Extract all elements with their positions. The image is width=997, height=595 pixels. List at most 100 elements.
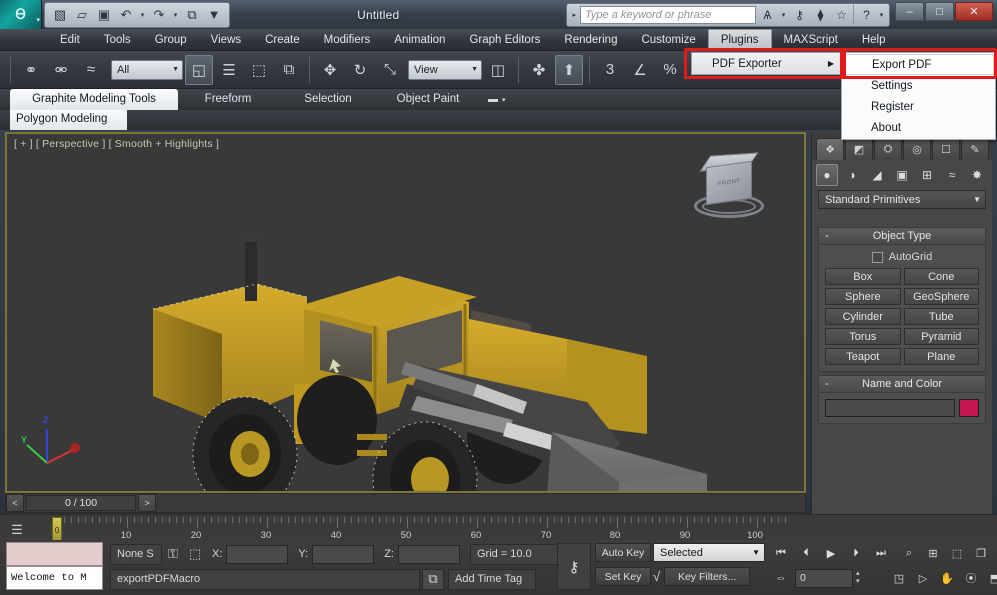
add-time-tag-button[interactable]: Add Time Tag — [448, 568, 536, 590]
spinner-down-icon[interactable]: ▾ — [856, 578, 860, 586]
angle-snap-icon[interactable]: ∠ — [626, 55, 654, 85]
redo-dropdown-icon[interactable]: ▾ — [171, 5, 180, 25]
motion-tab[interactable]: ◎ — [903, 138, 931, 160]
snaps-toggle-icon[interactable]: ⬆ — [555, 54, 583, 85]
menu-item-modifiers[interactable]: Modifiers — [312, 29, 383, 51]
key-icon[interactable]: ⚷ — [790, 5, 809, 24]
torus-button[interactable]: Torus — [825, 328, 901, 345]
key-mode-toggle[interactable]: ⚷ — [557, 543, 591, 590]
absolute-mode-transform-icon[interactable]: ⬚ — [184, 544, 206, 565]
menu-item-tools[interactable]: Tools — [92, 29, 143, 51]
snap-3d-icon[interactable]: 3 — [596, 55, 624, 85]
x-coord-input[interactable] — [226, 544, 289, 564]
key-mode-dropdown[interactable]: Selected ▼ — [653, 543, 765, 562]
name-and-color-collapse-icon[interactable]: - — [825, 378, 829, 390]
maxscript-listener-input[interactable] — [6, 542, 103, 566]
percent-snap-icon[interactable]: % — [656, 55, 684, 85]
field-of-view-button[interactable]: ▷ — [912, 568, 934, 588]
ribbon-overflow-caret-icon[interactable]: ▾ — [502, 96, 506, 104]
key-mode-nav-icon[interactable]: ⇔ — [770, 568, 792, 588]
maximize-button[interactable]: □ — [925, 2, 954, 21]
satellite-icon[interactable]: ⧫ — [811, 5, 830, 24]
menu-item-views[interactable]: Views — [199, 29, 253, 51]
teapot-button[interactable]: Teapot — [825, 348, 901, 365]
geosphere-button[interactable]: GeoSphere — [903, 288, 979, 305]
menu-item-create[interactable]: Create — [253, 29, 312, 51]
viewcube[interactable]: FRONT — [692, 152, 766, 224]
submenu-item-about[interactable]: About — [843, 117, 994, 138]
name-and-color-header[interactable]: - Name and Color — [819, 376, 985, 393]
selection-filter-dropdown[interactable]: All ▼ — [111, 59, 183, 80]
pyramid-button[interactable]: Pyramid — [903, 328, 979, 345]
wheel-loader-model[interactable] — [7, 134, 804, 491]
minimize-button[interactable]: – — [895, 2, 924, 21]
helpers-category[interactable]: ⊞ — [916, 164, 938, 186]
binoculars-dropdown-icon[interactable]: ▾ — [779, 5, 788, 24]
help-dropdown-icon[interactable]: ▾ — [877, 5, 886, 24]
modify-tab[interactable]: ◩ — [845, 138, 873, 160]
menu-item-edit[interactable]: Edit — [48, 29, 92, 51]
set-key-button[interactable]: Set Key — [595, 567, 651, 586]
box-button[interactable]: Box — [825, 268, 901, 285]
autogrid-checkbox[interactable] — [871, 251, 883, 263]
ribbon-overflow-icon[interactable]: ▬ — [488, 94, 498, 105]
cylinder-button[interactable]: Cylinder — [825, 308, 901, 325]
submenu-item-export-pdf[interactable]: Export PDF — [843, 54, 994, 75]
play-animation-button[interactable]: ▶ — [820, 543, 842, 563]
autogrid-row[interactable]: AutoGrid — [825, 251, 979, 263]
previous-frame-button[interactable]: ⏴ — [795, 543, 817, 563]
bind-space-warp-icon[interactable]: ≈ — [77, 55, 105, 85]
window-crossing-icon[interactable]: ⧉ — [275, 55, 303, 85]
submenu-item-register[interactable]: Register — [843, 96, 994, 117]
app-menu-caret-icon[interactable]: ▾ — [36, 16, 40, 24]
space-warps-category[interactable]: ≈ — [941, 164, 963, 186]
save-icon[interactable]: ▣ — [94, 5, 114, 25]
goto-end-button[interactable]: ⏭ — [870, 543, 892, 563]
menu-item-animation[interactable]: Animation — [382, 29, 457, 51]
current-frame-input[interactable]: 0 — [795, 568, 853, 588]
z-coord-input[interactable] — [397, 544, 460, 564]
next-frame-button[interactable]: ⏵ — [845, 543, 867, 563]
hierarchy-tab[interactable]: ⛭ — [874, 138, 902, 160]
rectangular-selection-region-icon[interactable]: ⬚ — [245, 55, 273, 85]
reference-coordinate-dropdown[interactable]: View ▼ — [408, 59, 482, 80]
redo-icon[interactable]: ↷ — [149, 5, 169, 25]
object-color-swatch[interactable] — [959, 399, 979, 417]
frame-display[interactable]: 0 / 100 — [26, 495, 136, 511]
search-input[interactable]: Type a keyword or phrase — [580, 5, 756, 24]
search-expand-icon[interactable]: ▸ — [570, 11, 578, 19]
select-and-scale-icon[interactable]: ⤡ — [376, 55, 404, 85]
new-file-icon[interactable]: ▧ — [50, 5, 70, 25]
menu-item-help[interactable]: Help — [850, 29, 898, 51]
undo-dropdown-icon[interactable]: ▾ — [138, 5, 147, 25]
orbit-button[interactable]: ⦿ — [960, 568, 982, 588]
plane-button[interactable]: Plane — [903, 348, 979, 365]
key-filters-button[interactable]: Key Filters... — [664, 567, 751, 586]
select-and-move-icon[interactable]: ✥ — [316, 55, 344, 85]
tab-selection[interactable]: Selection — [278, 89, 378, 110]
help-icon[interactable]: ? — [853, 5, 875, 24]
use-center-flyout-icon[interactable]: ◫ — [484, 55, 512, 85]
macro-toggle-icon[interactable]: ⧉ — [422, 568, 444, 590]
lights-category[interactable]: ◢ — [866, 164, 888, 186]
select-and-rotate-icon[interactable]: ↻ — [346, 55, 374, 85]
undo-icon[interactable]: ↶ — [116, 5, 136, 25]
display-tab[interactable]: ☐ — [932, 138, 960, 160]
geometry-category[interactable]: ● — [816, 164, 838, 186]
select-and-manipulate-icon[interactable]: ✤ — [525, 55, 553, 85]
pan-view-button[interactable]: ✋ — [936, 568, 958, 588]
zoom-region-button[interactable]: ⬚ — [946, 543, 968, 563]
tab-object-paint[interactable]: Object Paint — [378, 89, 478, 110]
ribbon-panel-polygon-modeling[interactable]: Polygon Modeling — [10, 110, 127, 130]
utilities-tab[interactable]: ✎ — [961, 138, 989, 160]
prev-frame-nav-button[interactable]: < — [6, 494, 24, 512]
app-logo-icon[interactable]: ѳ ▾ — [0, 0, 42, 29]
select-link-icon[interactable]: ⚭ — [17, 55, 45, 85]
spinner-up-icon[interactable]: ▴ — [856, 570, 860, 578]
systems-category[interactable]: ✸ — [966, 164, 988, 186]
auto-key-button[interactable]: Auto Key — [595, 543, 651, 562]
plugins-menu-item-pdf-exporter[interactable]: PDF Exporter ▶ — [691, 52, 843, 75]
object-type-header[interactable]: - Object Type — [819, 228, 985, 245]
select-object-icon[interactable]: ◱ — [185, 54, 213, 85]
perspective-viewport[interactable]: [ + ] [ Perspective ] [ Smooth + Highlig… — [5, 132, 806, 493]
